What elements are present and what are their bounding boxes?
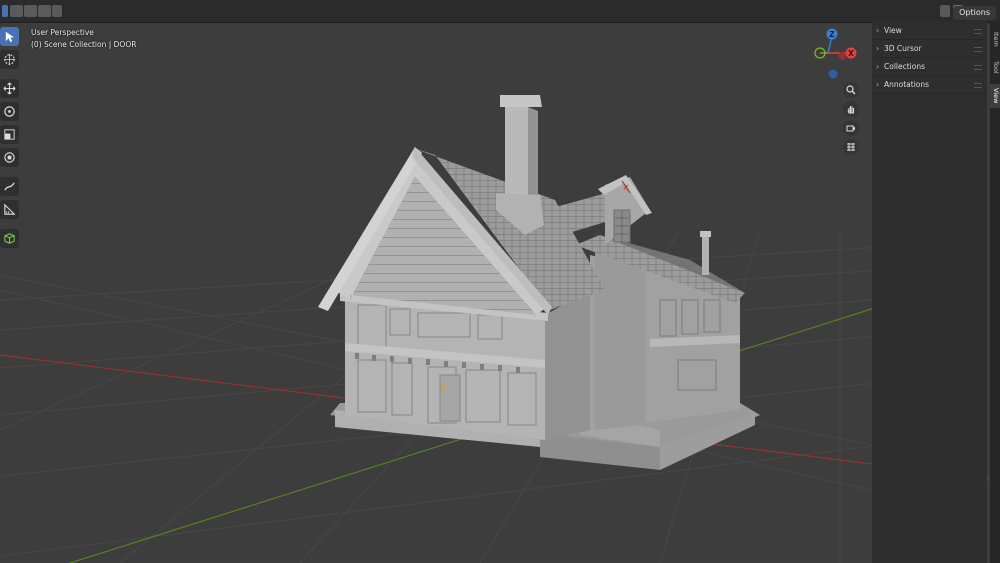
sidebar-category-3d-cursor[interactable]: › 3D Cursor bbox=[872, 40, 987, 58]
3d-cursor-icon bbox=[3, 53, 16, 66]
viewport-header: Options bbox=[0, 0, 1000, 23]
chevron-right-icon: › bbox=[876, 62, 880, 71]
select-extend-icon[interactable] bbox=[24, 5, 37, 17]
select-box-tool[interactable] bbox=[0, 27, 19, 46]
transform-tool[interactable] bbox=[0, 148, 19, 167]
camera-view-button[interactable] bbox=[843, 120, 859, 136]
gizmo-neg-x bbox=[838, 52, 846, 60]
chevron-right-icon: › bbox=[876, 44, 880, 53]
view-name-label: User Perspective bbox=[31, 28, 94, 37]
navigation-gizmo[interactable]: Z X bbox=[806, 26, 866, 82]
zoom-button[interactable] bbox=[843, 82, 859, 98]
sidebar-panel: › View › 3D Cursor › Collections › Annot… bbox=[872, 22, 987, 563]
hand-icon bbox=[847, 106, 855, 114]
rotate-tool[interactable] bbox=[0, 102, 19, 121]
house-model[interactable] bbox=[300, 85, 770, 480]
collection-info-label: (0) Scene Collection | DOOR bbox=[31, 40, 137, 49]
cursor-arrow-icon bbox=[5, 31, 15, 43]
chevron-right-icon: › bbox=[876, 80, 880, 89]
select-subtract-icon[interactable] bbox=[38, 5, 51, 17]
select-new-icon[interactable] bbox=[10, 5, 23, 17]
pencil-icon bbox=[4, 182, 15, 191]
category-label: Collections bbox=[884, 62, 926, 71]
scale-icon bbox=[4, 129, 15, 140]
select-intersect-icon[interactable] bbox=[52, 5, 62, 17]
ruler-icon bbox=[4, 203, 16, 215]
cursor-tool[interactable] bbox=[0, 50, 19, 69]
drag-grip-icon[interactable] bbox=[974, 29, 982, 34]
sidebar-category-view[interactable]: › View bbox=[872, 22, 987, 40]
move-tool[interactable] bbox=[0, 79, 19, 98]
gizmo-x-label: X bbox=[848, 49, 854, 58]
transform-icon bbox=[4, 152, 15, 163]
sidebar-tab-strip: Item Tool View bbox=[990, 22, 1000, 563]
grid-icon bbox=[847, 143, 855, 151]
select-mode-icon[interactable] bbox=[2, 5, 8, 17]
add-cube-tool[interactable] bbox=[0, 229, 19, 248]
tool-shelf bbox=[0, 27, 21, 252]
category-label: Annotations bbox=[884, 80, 930, 89]
tab-tool[interactable]: Tool bbox=[990, 56, 1000, 78]
tab-item[interactable]: Item bbox=[990, 28, 1000, 50]
chevron-right-icon: › bbox=[876, 26, 880, 35]
ortho-toggle-button[interactable] bbox=[843, 139, 859, 155]
annotate-tool[interactable] bbox=[0, 177, 19, 196]
gizmo-neg-z bbox=[828, 69, 838, 79]
overlay-toggle-icon[interactable] bbox=[940, 5, 950, 17]
rotate-icon bbox=[4, 106, 15, 117]
pan-button[interactable] bbox=[843, 101, 859, 117]
cube-add-icon bbox=[4, 233, 15, 244]
drag-grip-icon[interactable] bbox=[974, 83, 982, 88]
category-label: 3D Cursor bbox=[884, 44, 922, 53]
gizmo-z-label: Z bbox=[829, 30, 835, 39]
tab-view[interactable]: View bbox=[990, 84, 1000, 108]
scale-tool[interactable] bbox=[0, 125, 19, 144]
move-arrows-icon bbox=[3, 82, 16, 95]
drag-grip-icon[interactable] bbox=[974, 47, 982, 52]
front-door bbox=[439, 374, 461, 422]
sidebar-category-collections[interactable]: › Collections bbox=[872, 58, 987, 76]
options-dropdown[interactable]: Options bbox=[953, 6, 996, 20]
magnifier-icon bbox=[846, 85, 856, 95]
category-label: View bbox=[884, 26, 902, 35]
sidebar-category-annotations[interactable]: › Annotations bbox=[872, 76, 987, 94]
drag-grip-icon[interactable] bbox=[974, 65, 982, 70]
camera-icon bbox=[846, 125, 855, 132]
3d-viewport[interactable]: Options User Perspective (0) Scene Colle… bbox=[0, 0, 1000, 563]
measure-tool[interactable] bbox=[0, 200, 19, 219]
